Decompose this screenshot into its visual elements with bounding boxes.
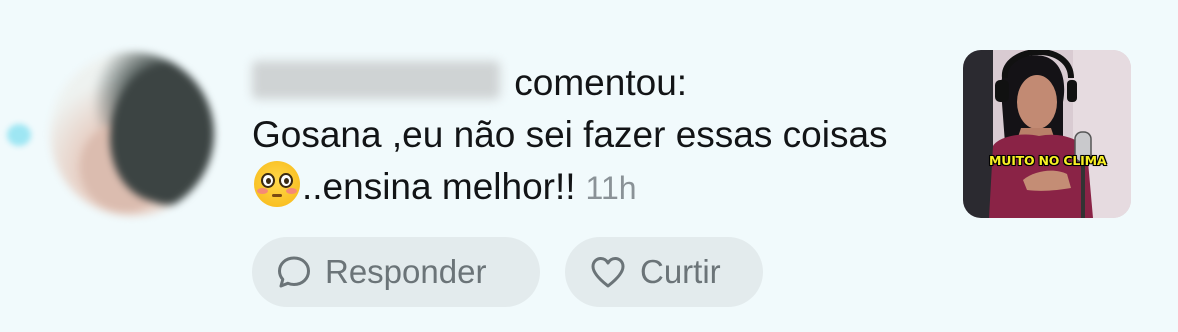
avatar[interactable] — [50, 52, 214, 216]
comment-verb: comentou: — [514, 62, 688, 103]
comment-notification[interactable]: dannielara28 comentou: Gosana ,eu não se… — [252, 57, 912, 214]
reply-label: Responder — [325, 253, 487, 290]
thumbnail-image — [963, 50, 1131, 218]
thumbnail-caption: MUITO NO CLIMA — [989, 153, 1107, 168]
unread-indicator-dot — [7, 124, 31, 146]
timestamp: 11h — [585, 170, 637, 206]
reply-button[interactable]: Responder — [252, 237, 540, 307]
comment-text-end: ..ensina melhor!! — [302, 166, 576, 207]
speech-bubble-icon — [278, 256, 310, 288]
like-label: Curtir — [640, 253, 721, 290]
username[interactable]: dannielara28 — [252, 61, 500, 99]
like-button[interactable]: Curtir — [565, 237, 763, 307]
comment-actions: Responder Curtir — [252, 237, 763, 307]
comment-text: Gosana ,eu não sei fazer essas coisas — [252, 114, 888, 155]
heart-icon — [591, 257, 625, 288]
flushed-face-emoji-icon — [254, 161, 300, 207]
video-thumbnail[interactable]: MUITO NO CLIMA — [963, 50, 1131, 218]
